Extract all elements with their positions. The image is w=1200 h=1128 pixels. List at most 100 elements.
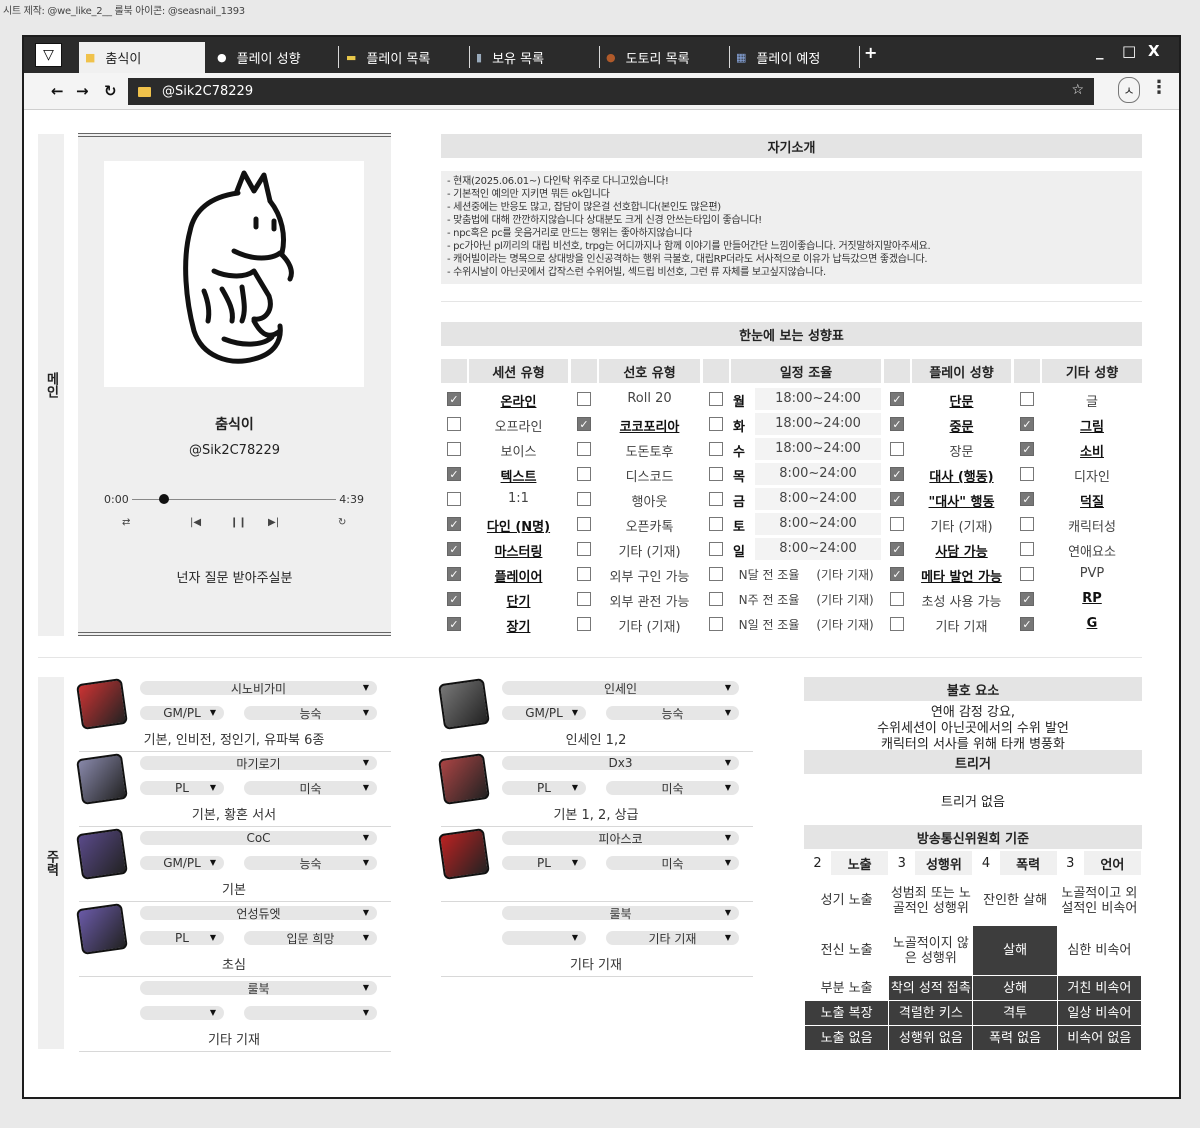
skill-select[interactable]: 능숙 ▼ [606,706,739,721]
checkbox[interactable]: ✓ [1020,417,1034,431]
skill-select[interactable]: 능숙 ▼ [244,706,377,721]
checkbox[interactable] [577,442,591,456]
role-select[interactable]: ▼ [140,1006,224,1020]
checkbox[interactable]: ✓ [890,417,904,431]
checkbox[interactable] [577,592,591,606]
checkbox[interactable] [709,617,723,631]
checkbox[interactable] [1020,392,1034,406]
checkbox[interactable] [1020,517,1034,531]
forward-button[interactable]: → [76,82,89,100]
skill-select[interactable]: 미숙 ▼ [606,781,739,796]
more-menu-icon[interactable]: ⋮ [1150,77,1168,98]
repeat-icon[interactable]: ↻ [338,517,346,528]
new-tab-button[interactable]: + [864,43,877,62]
tab-play-style[interactable]: ● 플레이 성향 [209,42,339,73]
checkbox[interactable] [709,542,723,556]
checkbox[interactable] [577,392,591,406]
checkbox[interactable]: ✓ [447,392,461,406]
checkbox[interactable] [890,517,904,531]
seek-handle[interactable] [158,494,169,504]
checkbox[interactable] [447,492,461,506]
checkbox[interactable] [890,442,904,456]
checkbox[interactable]: ✓ [890,542,904,556]
checkbox[interactable] [577,517,591,531]
checkbox[interactable]: ✓ [447,517,461,531]
checkbox[interactable] [447,417,461,431]
skill-select[interactable]: 기타 기재 ▼ [606,931,739,946]
checkbox[interactable]: ✓ [890,467,904,481]
role-select[interactable]: GM/PL ▼ [140,856,224,870]
skill-select[interactable]: 미숙 ▼ [606,856,739,871]
role-select[interactable]: PL ▼ [502,781,586,795]
shuffle-icon[interactable]: ⇄ [122,517,130,528]
checkbox[interactable]: ✓ [447,592,461,606]
role-select[interactable]: GM/PL ▼ [502,706,586,720]
skill-select[interactable]: 미숙 ▼ [244,781,377,796]
checkbox[interactable]: ✓ [1020,492,1034,506]
tab-play-schedule[interactable]: ▦ 플레이 예정 [730,42,860,73]
checkbox[interactable] [709,417,723,431]
checkbox[interactable]: ✓ [890,392,904,406]
tab-owned-list[interactable]: ▮ 보유 목록 [470,42,600,73]
checkbox[interactable] [577,492,591,506]
checkbox[interactable] [577,467,591,481]
checkbox[interactable]: ✓ [1020,617,1034,631]
checkbox[interactable]: ✓ [447,567,461,581]
checkbox[interactable] [447,442,461,456]
game-title-select[interactable]: 언성듀엣 ▼ [140,906,377,921]
checkbox[interactable]: ✓ [447,617,461,631]
role-select[interactable]: ▼ [502,931,586,945]
checkbox[interactable]: ✓ [447,542,461,556]
pause-icon[interactable]: ❙❙ [230,517,247,528]
game-title-select[interactable]: Dx3 ▼ [502,756,739,770]
checkbox[interactable] [1020,567,1034,581]
game-title-select[interactable]: 룰북 ▼ [502,906,739,921]
tab-play-list[interactable]: ▬ 플레이 목록 [340,42,470,73]
maximize-button[interactable]: □ [1122,42,1136,60]
game-title-select[interactable]: 마기로기 ▼ [140,756,377,771]
tab-acorn-list[interactable]: ● 도토리 목록 [600,42,730,73]
checkbox[interactable]: ✓ [1020,592,1034,606]
checkbox[interactable] [709,392,723,406]
checkbox[interactable] [577,542,591,556]
role-select[interactable]: PL ▼ [140,781,224,795]
role-select[interactable]: PL ▼ [502,856,586,870]
checkbox[interactable] [1020,542,1034,556]
checkbox[interactable]: ✓ [577,417,591,431]
address-bar[interactable]: @Sik2C78229 ☆ [128,78,1094,105]
checkbox[interactable] [709,467,723,481]
skill-select[interactable]: ▼ [244,1006,377,1020]
checkbox[interactable] [709,592,723,606]
checkbox[interactable] [577,617,591,631]
reload-button[interactable]: ↻ [104,82,117,100]
tab-profile[interactable]: ■ 춤식이 [79,42,205,73]
bookmark-star-icon[interactable]: ☆ [1071,82,1084,98]
minimize-button[interactable]: _ [1096,42,1104,60]
checkbox[interactable]: ✓ [1020,442,1034,456]
checkbox[interactable]: ✓ [890,492,904,506]
checkbox[interactable] [709,517,723,531]
checkbox[interactable] [1020,467,1034,481]
role-select[interactable]: PL ▼ [140,931,224,945]
extension-icon[interactable]: ㅅ [1118,77,1140,103]
checkbox[interactable] [709,442,723,456]
role-select[interactable]: GM/PL ▼ [140,706,224,720]
checkbox[interactable] [890,592,904,606]
checkbox[interactable]: ✓ [890,567,904,581]
previous-icon[interactable]: |◀ [190,517,201,528]
game-title-select[interactable]: 시노비가미 ▼ [140,681,377,696]
checkbox[interactable] [709,492,723,506]
checkbox[interactable]: ✓ [447,467,461,481]
skill-select[interactable]: 입문 희망 ▼ [244,931,377,946]
checkbox[interactable] [709,567,723,581]
close-button[interactable]: X [1148,42,1160,60]
game-title-select[interactable]: 피아스코 ▼ [502,831,739,846]
checkbox[interactable] [890,617,904,631]
skill-select[interactable]: 능숙 ▼ [244,856,377,871]
game-title-select[interactable]: CoC ▼ [140,831,377,845]
back-button[interactable]: ← [51,82,64,100]
dropdown-menu-button[interactable]: ▽ [35,43,62,67]
next-icon[interactable]: ▶| [268,517,279,528]
game-title-select[interactable]: 룰북 ▼ [140,981,377,996]
game-title-select[interactable]: 인세인 ▼ [502,681,739,696]
